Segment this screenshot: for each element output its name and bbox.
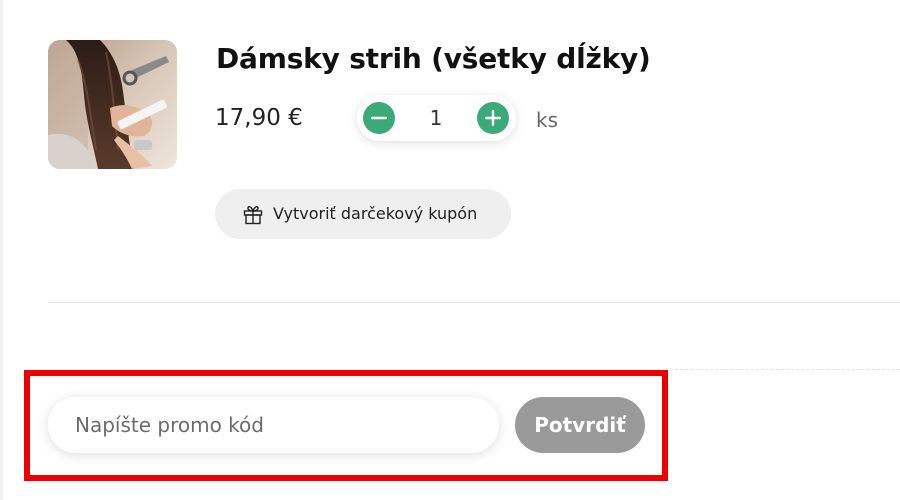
product-price: 17,90 € <box>215 105 303 131</box>
section-divider <box>48 302 900 303</box>
dashed-divider <box>670 369 900 370</box>
gift-icon <box>243 206 263 225</box>
confirm-promo-button[interactable]: Potvrdiť <box>515 397 645 453</box>
quantity-value[interactable]: 1 <box>395 95 477 141</box>
minus-icon <box>371 116 387 120</box>
quantity-stepper: 1 <box>357 95 516 141</box>
create-gift-voucher-button[interactable]: Vytvoriť darčekový kupón <box>215 189 511 239</box>
product-name: Dámsky strih (všetky dĺžky) <box>216 42 651 75</box>
product-image <box>48 40 177 169</box>
page-edge-strip <box>0 0 3 500</box>
quantity-decrease-button[interactable] <box>363 102 395 134</box>
plus-icon <box>485 110 501 126</box>
promo-code-input[interactable] <box>48 397 499 453</box>
quantity-increase-button[interactable] <box>477 102 509 134</box>
quantity-unit: ks <box>536 108 559 132</box>
gift-button-label: Vytvoriť darčekový kupón <box>273 204 478 223</box>
